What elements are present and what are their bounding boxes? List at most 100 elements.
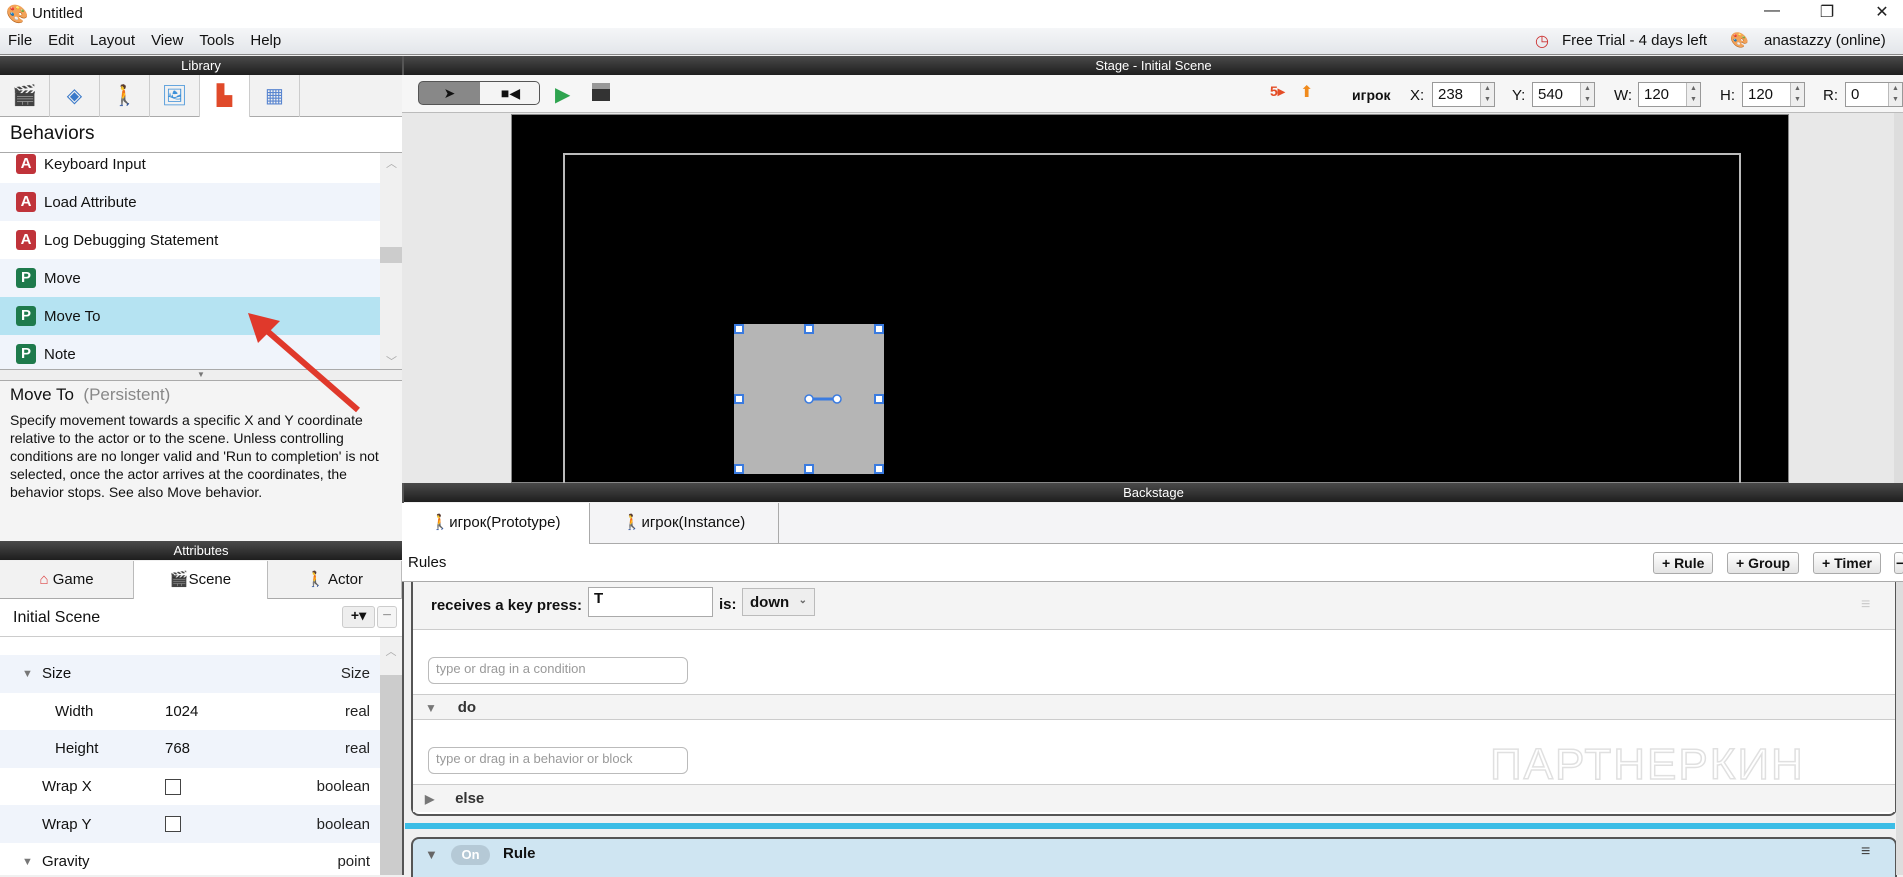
reset-icon[interactable] — [592, 83, 610, 101]
rule-on-toggle[interactable]: On — [451, 845, 490, 865]
item-label: Move To — [44, 307, 101, 325]
html5-icon[interactable]: 5▸ — [1270, 83, 1285, 100]
r-input[interactable]: 0 ▲ ▼ — [1845, 82, 1903, 107]
backstage-header: Backstage — [404, 483, 1903, 502]
add-rule-button[interactable]: + Rule — [1653, 552, 1714, 574]
attribute-row[interactable]: Wrap Y boolean — [0, 805, 380, 843]
library-tabs: 🎬 ◈ 🚶 🖼 ▙ ▦ — [0, 75, 402, 118]
close-button[interactable]: ✕ — [1862, 2, 1902, 26]
mode-toggle[interactable]: ➤ ■◀ — [418, 81, 540, 105]
list-item[interactable]: A Keyboard Input — [0, 153, 380, 183]
w-input[interactable]: 120 ▲ ▼ — [1638, 82, 1701, 107]
x-label: X: — [1410, 87, 1425, 104]
scroll-down-icon[interactable]: ﹀ — [386, 353, 397, 369]
do-section[interactable]: ▼ do — [413, 694, 1895, 720]
condition-input[interactable]: type or drag in a condition — [428, 657, 688, 684]
add-attribute-button[interactable]: +▾ — [342, 606, 375, 628]
scrollbar-thumb[interactable] — [380, 247, 402, 263]
scene-canvas[interactable] — [511, 114, 1789, 493]
add-group-button[interactable]: + Group — [1727, 552, 1800, 574]
attribute-row[interactable]: Wrap X boolean — [0, 768, 380, 806]
expand-icon[interactable]: ▼ — [22, 668, 33, 680]
backstage-scrollbar[interactable] — [1896, 582, 1903, 875]
x-input[interactable]: 238 ▲ ▼ — [1432, 82, 1495, 107]
attribute-row[interactable]: ▼ Gravity point — [0, 843, 380, 875]
rule-name[interactable]: Rule — [503, 845, 536, 862]
menu-edit[interactable]: Edit — [40, 28, 82, 49]
upload-icon[interactable]: ⬆ — [1300, 82, 1313, 102]
menu-icon[interactable]: ≡ — [1861, 843, 1870, 861]
list-item[interactable]: P Move — [0, 259, 380, 297]
remove-attribute-button[interactable]: − — [377, 606, 397, 628]
layers-tab-icon[interactable]: ◈ — [50, 75, 100, 117]
menu-view[interactable]: View — [143, 28, 191, 49]
tab-scene[interactable]: 🎬Scene — [134, 561, 268, 600]
description-title: Move To — [10, 385, 74, 404]
wrap-y-checkbox[interactable] — [165, 816, 181, 833]
wrap-x-checkbox[interactable] — [165, 778, 181, 795]
maximize-button[interactable]: ❐ — [1807, 2, 1847, 26]
is-label: is: — [719, 596, 737, 613]
attribute-row[interactable]: ▼ Size Size — [0, 655, 380, 693]
actors-tab-icon[interactable]: 🚶 — [100, 75, 150, 117]
tab-game[interactable]: ⌂ Game — [0, 561, 134, 599]
key-input[interactable]: T — [588, 587, 713, 617]
list-item[interactable]: A Log Debugging Statement — [0, 221, 380, 259]
item-label: Load Attribute — [44, 193, 137, 211]
attr-value[interactable]: 1024 — [165, 703, 198, 720]
tab-label: Game — [52, 571, 94, 588]
stage-canvas-area[interactable] — [402, 113, 1903, 493]
more-button[interactable]: − — [1894, 552, 1903, 574]
drag-handle-icon[interactable]: ≡ — [1861, 596, 1870, 614]
clapper-icon: 🎬 — [169, 571, 189, 588]
y-input[interactable]: 540 ▲ ▼ — [1532, 82, 1595, 107]
play-icon[interactable]: ▶ — [555, 82, 570, 107]
scene-title: Initial Scene — [13, 609, 101, 626]
menu-tools[interactable]: Tools — [191, 28, 242, 49]
camera-mode-icon[interactable]: ■◀ — [480, 82, 539, 104]
tab-actor[interactable]: 🚶 Actor — [268, 561, 402, 599]
user-status[interactable]: anastazzy (online) — [1764, 32, 1886, 49]
attr-value[interactable]: 768 — [165, 740, 190, 757]
spinner-arrows-icon[interactable]: ▲ ▼ — [1888, 83, 1902, 106]
attribute-row[interactable]: Width 1024 real — [0, 693, 380, 731]
tab-instance[interactable]: 🚶игрок(Instance) — [590, 503, 779, 544]
attribute-row[interactable]: Height 768 real — [0, 730, 380, 768]
collapse-icon[interactable]: ▼ — [425, 847, 438, 862]
pointer-mode-icon[interactable]: ➤ — [419, 82, 480, 104]
scroll-up-icon[interactable]: ︿ — [380, 637, 402, 675]
scroll-up-icon[interactable]: ︿ — [386, 155, 397, 171]
persistent-badge-icon: P — [16, 344, 36, 364]
key-state-select[interactable]: down ⌄ — [742, 588, 815, 616]
selection-handles-icon[interactable] — [734, 324, 884, 474]
behaviors-tab-icon[interactable]: ▙ — [200, 75, 250, 118]
media-tab-icon[interactable]: 🖼 — [150, 75, 200, 117]
backstage-tabs: 🚶игрок(Prototype) 🚶игрок(Instance) — [402, 503, 1903, 545]
list-scrollbar[interactable]: ︿ ﹀ — [380, 153, 402, 371]
spinner-arrows-icon[interactable]: ▲ ▼ — [1480, 83, 1494, 106]
tables-tab-icon[interactable]: ▦ — [250, 75, 300, 117]
behavior-input[interactable]: type or drag in a behavior or block — [428, 747, 688, 774]
stage-scrollbar[interactable] — [1894, 113, 1903, 483]
menu-layout[interactable]: Layout — [82, 28, 143, 49]
h-input[interactable]: 120 ▲ ▼ — [1742, 82, 1805, 107]
tab-prototype[interactable]: 🚶игрок(Prototype) — [402, 503, 590, 545]
spinner-arrows-icon[interactable]: ▲ ▼ — [1580, 83, 1594, 106]
expand-icon[interactable]: ▶ — [425, 792, 434, 806]
list-item[interactable]: A Load Attribute — [0, 183, 380, 221]
expand-icon[interactable]: ▼ — [22, 856, 33, 868]
attributes-scrollbar[interactable]: ︿ — [380, 637, 402, 875]
w-label: W: — [1614, 87, 1633, 104]
actor-instance[interactable] — [734, 324, 884, 474]
menu-help[interactable]: Help — [242, 28, 289, 49]
spinner-arrows-icon[interactable]: ▲ ▼ — [1686, 83, 1700, 106]
collapse-icon[interactable]: ▼ — [425, 701, 437, 715]
menu-file[interactable]: File — [0, 28, 40, 49]
trial-status[interactable]: Free Trial - 4 days left — [1562, 32, 1707, 49]
spinner-arrows-icon[interactable]: ▲ ▼ — [1790, 83, 1804, 106]
chevron-down-icon: ⌄ — [798, 595, 807, 606]
add-timer-button[interactable]: + Timer — [1813, 552, 1881, 574]
scenes-tab-icon[interactable]: 🎬 — [0, 75, 50, 117]
item-label: Keyboard Input — [44, 155, 146, 173]
minimize-button[interactable]: — — [1752, 2, 1792, 26]
